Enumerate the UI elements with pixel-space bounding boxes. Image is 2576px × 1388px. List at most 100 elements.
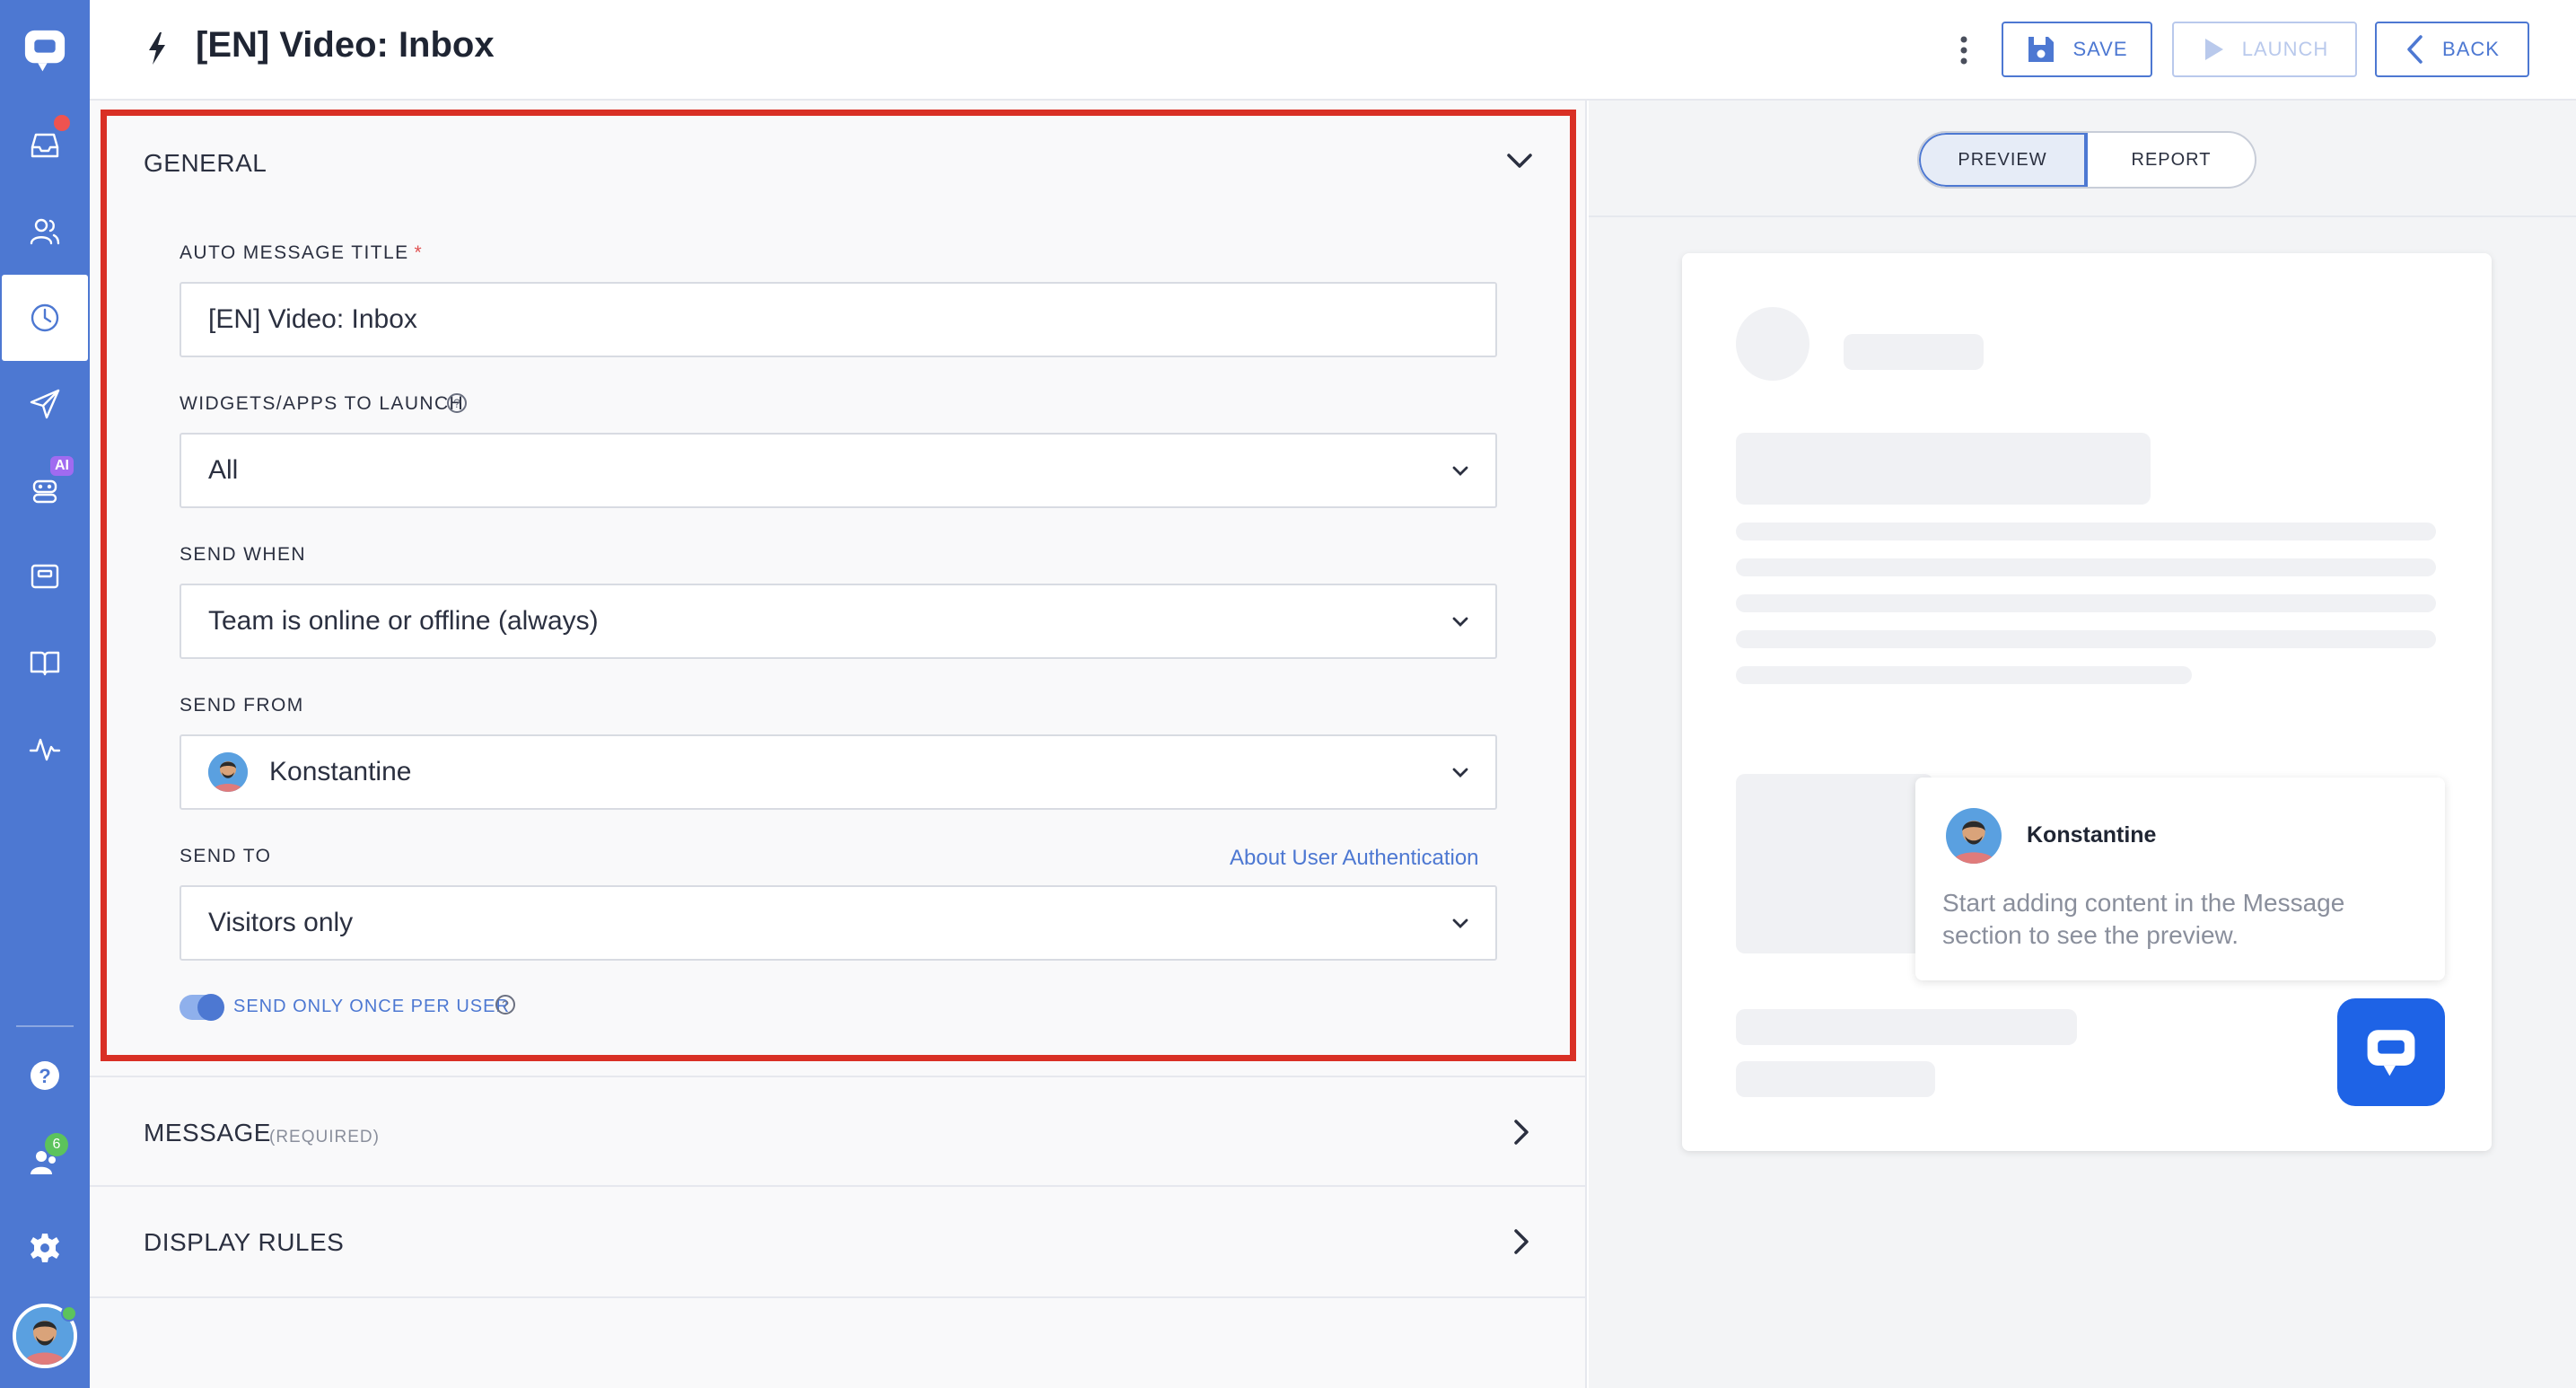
message-section[interactable]: MESSAGE (REQUIRED) [90, 1076, 1587, 1187]
send-from-value: Konstantine [269, 757, 412, 786]
sidebar-item-contacts[interactable] [0, 189, 90, 275]
top-bar: [EN] Video: Inbox SAVE LAUNCH BACK [90, 0, 2576, 101]
title-input[interactable]: [EN] Video: Inbox [180, 282, 1497, 357]
chevron-down-icon [1452, 768, 1468, 777]
page-title: [EN] Video: Inbox [196, 25, 495, 65]
general-section-title[interactable]: GENERAL [144, 149, 267, 178]
skeleton-block [1736, 774, 1933, 953]
chevron-down-icon[interactable] [1504, 149, 1535, 172]
tab-preview[interactable]: PREVIEW [1919, 133, 2088, 187]
chevron-left-icon [2407, 35, 2423, 64]
clock-icon [31, 303, 59, 332]
launch-button[interactable]: LAUNCH [2172, 22, 2357, 77]
chevron-down-icon [1452, 918, 1468, 928]
users-icon [30, 218, 60, 245]
skeleton-line [1736, 1009, 2077, 1045]
send-once-toggle[interactable] [180, 994, 224, 1021]
sidebar-divider [16, 1025, 74, 1027]
sidebar-item-auto-messages[interactable] [2, 275, 88, 361]
preview-divider [1589, 215, 2576, 217]
chat-logo-icon [2367, 1030, 2415, 1076]
send-when-select[interactable]: Team is online or offline (always) [180, 584, 1497, 659]
sidebar-item-reports[interactable] [0, 706, 90, 792]
sidebar: AI ? 6 [0, 0, 90, 1388]
chat-logo-icon [24, 30, 66, 72]
display-rules-section[interactable]: DISPLAY RULES [90, 1187, 1587, 1298]
sidebar-item-campaigns[interactable] [0, 361, 90, 447]
send-when-value: Team is online or offline (always) [208, 606, 599, 636]
notification-dot [54, 115, 70, 131]
play-icon [2204, 39, 2223, 60]
widgets-help-icon[interactable]: ? [447, 393, 467, 413]
widgets-label: WIDGETS/APPS TO LAUNCH [180, 393, 465, 414]
preview-sender-name: Konstantine [2027, 822, 2157, 848]
send-from-select[interactable]: Konstantine [180, 734, 1497, 810]
sidebar-item-help[interactable]: ? [0, 1032, 90, 1119]
skeleton-line [1736, 666, 2192, 684]
message-required-hint: (REQUIRED) [269, 1128, 380, 1146]
widgets-select[interactable]: All [180, 433, 1497, 508]
team-count-badge: 6 [45, 1133, 68, 1156]
chevron-down-icon [1452, 617, 1468, 627]
skeleton-heading [1736, 433, 2151, 505]
sidebar-item-settings[interactable] [0, 1205, 90, 1291]
sender-avatar [208, 752, 248, 792]
inbox-icon [31, 133, 59, 158]
save-label: SAVE [2072, 38, 2128, 60]
preview-message-card: Konstantine Start adding content in the … [1915, 777, 2445, 980]
preview-tabs: PREVIEW REPORT [1917, 131, 2256, 189]
gear-icon [31, 1234, 59, 1262]
send-once-help-icon[interactable]: ? [495, 995, 515, 1015]
sidebar-item-inbox[interactable] [0, 102, 90, 189]
svg-text:?: ? [39, 1065, 50, 1087]
send-once-label[interactable]: SEND ONLY ONCE PER USER [233, 997, 510, 1017]
chevron-down-icon [1452, 466, 1468, 476]
avatar-face-icon [208, 752, 248, 792]
tab-report[interactable]: REPORT [2088, 133, 2255, 187]
help-icon: ? [31, 1061, 59, 1090]
send-to-label: SEND TO [180, 846, 272, 866]
ai-badge: AI [50, 456, 74, 476]
more-options-icon[interactable] [1948, 32, 1980, 68]
avatar-face-icon [1946, 808, 2002, 864]
skeleton-line [1736, 594, 2436, 612]
launch-label: LAUNCH [2241, 38, 2329, 60]
title-label: AUTO MESSAGE TITLE * [180, 242, 424, 263]
skeleton-line [1736, 523, 2436, 540]
sidebar-logo[interactable] [0, 7, 90, 93]
bot-icon [32, 479, 57, 504]
skeleton-title [1844, 334, 1984, 370]
preview-placeholder-text: Start adding content in the Message sect… [1942, 889, 2345, 949]
display-rules-title: DISPLAY RULES [144, 1228, 345, 1256]
chevron-right-icon [1514, 1120, 1529, 1145]
book-icon [30, 651, 60, 676]
sidebar-item-team[interactable]: 6 [0, 1119, 90, 1205]
toggle-knob [197, 994, 224, 1021]
bolt-icon [149, 32, 165, 65]
skeleton-line [1736, 630, 2436, 648]
message-section-title: MESSAGE [144, 1119, 271, 1146]
activity-icon [29, 738, 61, 761]
chevron-right-icon [1514, 1229, 1529, 1254]
widget-icon [31, 564, 59, 589]
widgets-value: All [208, 455, 239, 485]
send-icon [30, 389, 60, 419]
save-button[interactable]: SAVE [2002, 22, 2152, 77]
back-label: BACK [2442, 38, 2500, 60]
sidebar-item-widget[interactable] [0, 533, 90, 619]
chat-launcher-button[interactable] [2337, 998, 2445, 1106]
send-when-label: SEND WHEN [180, 544, 306, 565]
sidebar-item-chatbots[interactable]: AI [0, 447, 90, 533]
save-icon [2028, 37, 2055, 62]
skeleton-line [1736, 1061, 1935, 1097]
skeleton-avatar [1736, 307, 1809, 381]
send-from-label: SEND FROM [180, 695, 304, 716]
send-to-select[interactable]: Visitors only [180, 885, 1497, 961]
back-button[interactable]: BACK [2375, 22, 2529, 77]
sidebar-item-knowledge-base[interactable] [0, 619, 90, 706]
preview-sender-avatar [1946, 808, 2002, 864]
send-to-value: Visitors only [208, 908, 354, 937]
online-status-dot [61, 1305, 77, 1322]
about-auth-link[interactable]: About User Authentication [1230, 846, 1479, 871]
skeleton-line [1736, 558, 2436, 576]
